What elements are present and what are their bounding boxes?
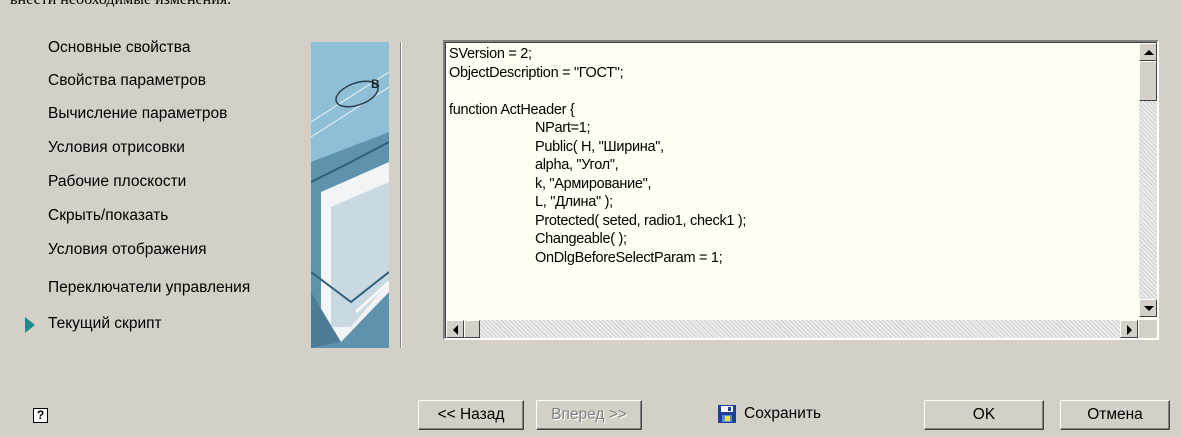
scroll-down-button[interactable]	[1139, 299, 1157, 317]
nav-item-label: Условия отображения	[48, 241, 207, 258]
nav-item-label: Рабочие плоскости	[48, 173, 187, 190]
nav-item-label: Текущий скрипт	[48, 315, 162, 332]
scroll-up-button[interactable]	[1139, 43, 1157, 61]
cancel-button[interactable]: Отмена	[1060, 400, 1170, 430]
code-line: k, "Армирование",	[535, 175, 652, 192]
nav-item-label: Переключатели управления	[48, 279, 251, 296]
nav-item-label: Вычисление параметров	[48, 105, 228, 122]
save-button[interactable]: Сохранить	[718, 400, 868, 430]
code-line: OnDlgBeforeSelectParam = 1;	[535, 249, 723, 266]
save-button-label: Сохранить	[744, 405, 822, 422]
nav-item-label: Условия отрисовки	[48, 139, 185, 156]
vertical-separator	[400, 42, 402, 348]
scroll-right-button[interactable]	[1120, 320, 1138, 338]
vertical-scroll-thumb[interactable]	[1139, 61, 1157, 101]
code-line: Public( H, "Ширина",	[535, 138, 664, 155]
save-icon	[718, 405, 736, 423]
ok-button[interactable]: OK	[924, 400, 1044, 430]
code-line: alpha, "Угол",	[535, 157, 619, 173]
arrow-up-icon	[1144, 50, 1154, 55]
script-editor[interactable]: SVersion = 2; ObjectDescription = "ГОСТ";…	[443, 40, 1159, 340]
code-line: ObjectDescription = "ГОСТ";	[449, 64, 624, 81]
arrow-left-icon	[453, 325, 458, 335]
scrollbar-corner	[1139, 320, 1157, 338]
script-code-area[interactable]: SVersion = 2; ObjectDescription = "ГОСТ";…	[449, 45, 1137, 315]
horizontal-scrollbar[interactable]	[446, 320, 1138, 338]
instruction-text: внести необходимые изменения.	[10, 0, 231, 9]
code-line: L, "Длина" );	[535, 194, 613, 210]
arrow-right-icon	[1127, 325, 1132, 335]
code-line: function ActHeader {	[449, 101, 575, 118]
help-icon[interactable]: ?	[33, 408, 48, 423]
next-button: Вперед >>	[536, 400, 642, 430]
active-arrow-icon	[25, 317, 35, 333]
horizontal-scroll-thumb[interactable]	[464, 320, 480, 338]
nav-item-label: Основные свойства	[48, 39, 191, 56]
back-button[interactable]: << Назад	[418, 400, 524, 430]
code-line: Protected( seted, radio1, check1 );	[535, 212, 747, 229]
nav-item-label: Скрыть/показать	[48, 207, 169, 224]
code-line: Changeable( );	[535, 231, 627, 247]
banner-badge-text: B	[371, 77, 380, 91]
nav-item-label: Свойства параметров	[48, 72, 206, 89]
script-editor-frame: SVersion = 2; ObjectDescription = "ГОСТ";…	[445, 42, 1157, 338]
arrow-down-icon	[1144, 306, 1154, 311]
scroll-left-button[interactable]	[446, 320, 464, 338]
architecture-illustration: B	[311, 42, 389, 348]
code-line: SVersion = 2;	[449, 46, 532, 62]
vertical-scrollbar[interactable]	[1139, 43, 1157, 317]
side-banner-image: B	[311, 42, 389, 348]
code-line: NPart=1;	[535, 120, 591, 136]
